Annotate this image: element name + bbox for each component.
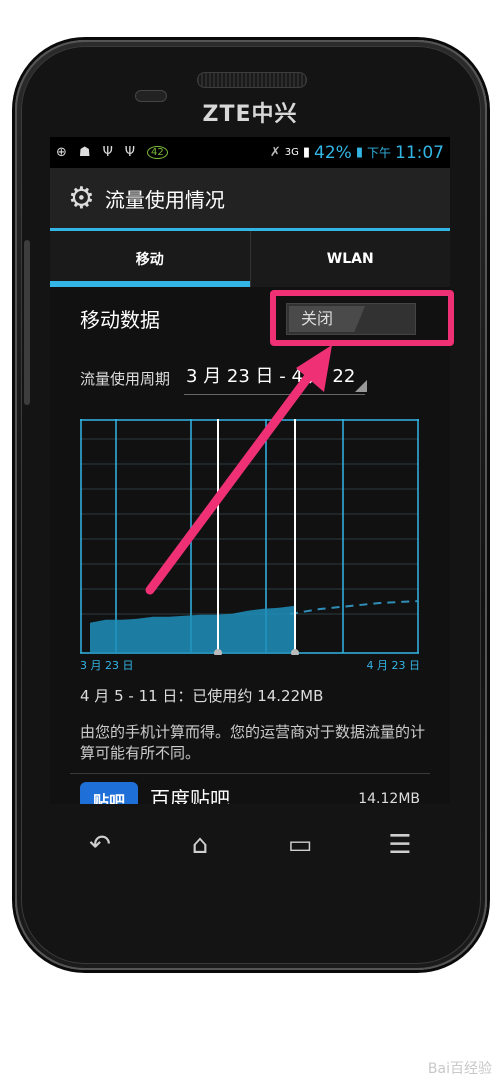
usage-chart xyxy=(80,419,419,655)
cycle-label: 流量使用周期 xyxy=(80,370,171,388)
page-title: 流量使用情况 xyxy=(104,187,225,212)
usb-icon: Ψ xyxy=(102,145,113,160)
time-period: 下午 xyxy=(366,146,391,160)
battery-icon: ▮ xyxy=(355,145,363,160)
battery-label: 42% xyxy=(314,142,352,163)
mobile-data-label: 移动数据 xyxy=(80,307,160,332)
notification-icon: ⊕ xyxy=(56,145,67,160)
recent-apps-icon[interactable]: ▭ xyxy=(270,830,330,860)
phone-screen: ⊕ ☗ Ψ Ψ 42 ✗ 3G ▮ 42% ▮ 下午 11:07 ⚙ 流量使用情… xyxy=(50,137,450,804)
app-usage-size: 14.12MB xyxy=(358,791,420,804)
clock: 11:07 xyxy=(395,142,444,163)
usage-note: 由您的手机计算而得。您的运营商对于数据流量的计算可能有所不同。 xyxy=(80,723,426,762)
usage-summary: 4 月 5 - 11 日：已使用约 14.22MB xyxy=(80,687,324,705)
usb-icon: Ψ xyxy=(124,145,136,160)
brand-logo: ZTE中兴 xyxy=(202,102,298,127)
tab-bar: 移动 WLAN xyxy=(50,231,450,287)
usage-forecast-line xyxy=(289,600,419,615)
network-label: 3G xyxy=(284,147,299,158)
list-divider xyxy=(70,773,430,774)
badge-icon: 42 xyxy=(147,146,168,159)
action-bar: ⚙ 流量使用情况 xyxy=(50,168,450,228)
highlight-box xyxy=(270,290,454,346)
home-icon[interactable]: ⌂ xyxy=(170,830,230,860)
cycle-dropdown[interactable]: 3 月 23 日 - 4 月 22 xyxy=(184,362,366,395)
mute-icon: ✗ xyxy=(269,145,281,160)
status-bar: ⊕ ☗ Ψ Ψ 42 ✗ 3G ▮ 42% ▮ 下午 11:07 xyxy=(50,137,450,168)
app-name[interactable]: 百度贴吧 xyxy=(150,783,230,804)
android-icon: ☗ xyxy=(78,145,91,160)
tab-mobile[interactable]: 移动 xyxy=(50,231,250,287)
baidu-tieba-icon: 贴吧 xyxy=(80,782,138,804)
navigation-bar: ↶ ⌂ ▭ ☰ xyxy=(50,820,450,870)
chart-end-label: 4 月 23 日 xyxy=(366,659,421,672)
signal-icon: ▮ xyxy=(302,145,311,160)
chart-start-label: 3 月 23 日 xyxy=(80,659,134,672)
dropdown-corner-icon xyxy=(355,379,368,392)
usage-area xyxy=(90,605,295,653)
chart-grid xyxy=(80,438,419,615)
earpiece-speaker xyxy=(197,72,307,88)
back-icon[interactable]: ↶ xyxy=(70,830,130,860)
volume-button xyxy=(24,240,30,405)
tab-wlan[interactable]: WLAN xyxy=(249,231,451,287)
gear-icon[interactable]: ⚙ xyxy=(68,181,95,216)
cycle-row: 流量使用周期 3 月 23 日 - 4 月 22 xyxy=(80,362,368,395)
menu-icon[interactable]: ☰ xyxy=(370,830,430,860)
watermark: Bai百经验 xyxy=(427,1061,492,1077)
